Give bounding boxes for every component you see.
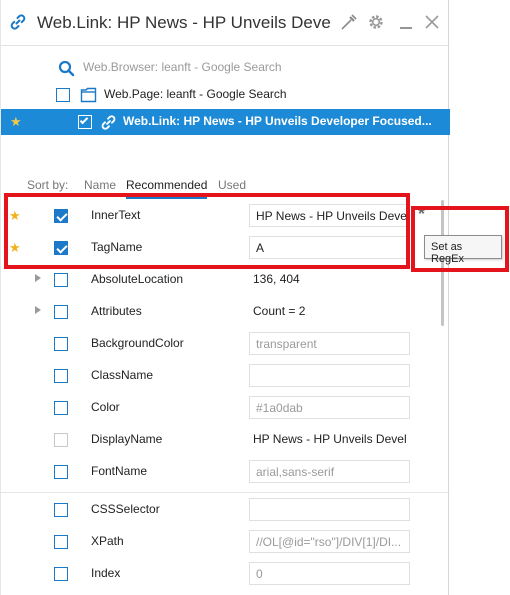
property-name: AbsoluteLocation	[91, 272, 184, 286]
title-bar: Web.Link: HP News - HP Unveils Devel...	[1, 0, 450, 46]
property-name: FontName	[91, 464, 148, 478]
close-icon[interactable]	[423, 13, 441, 31]
property-checkbox[interactable]	[54, 273, 68, 287]
property-row-classname: ClassName	[1, 360, 450, 392]
search-icon	[58, 60, 75, 77]
expand-arrow-icon[interactable]	[35, 274, 41, 282]
property-checkbox[interactable]	[54, 567, 68, 581]
property-row-fontname: FontName arial,sans-serif	[1, 456, 450, 488]
sort-option-name[interactable]: Name	[84, 178, 116, 192]
property-row-cssselector: CSSSelector	[1, 494, 450, 526]
hierarchy-item-page[interactable]: Web.Page: leanft - Google Search	[1, 82, 450, 108]
hierarchy-item-browser[interactable]: Web.Browser: leanft - Google Search	[1, 55, 450, 81]
property-checkbox[interactable]	[54, 369, 68, 383]
page-icon	[80, 87, 97, 103]
property-value-input[interactable]: arial,sans-serif	[249, 460, 410, 483]
eyedropper-icon[interactable]	[340, 13, 358, 31]
sort-option-used[interactable]: Used	[218, 178, 246, 192]
hierarchy-checkbox[interactable]	[78, 115, 92, 129]
property-value: HP News - HP Unveils Devel	[253, 432, 407, 446]
property-checkbox[interactable]	[54, 305, 68, 319]
property-checkbox[interactable]	[54, 401, 68, 415]
highlight-box-recommended	[4, 193, 410, 269]
property-name: Index	[91, 566, 121, 580]
hierarchy-label: Web.Browser: leanft - Google Search	[83, 60, 282, 74]
property-value-input[interactable]	[249, 498, 410, 521]
hierarchy-label: Web.Link: HP News - HP Unveils Developer…	[123, 114, 432, 128]
star-icon: ★	[10, 114, 22, 129]
property-row-backgroundcolor: BackgroundColor transparent	[1, 328, 450, 360]
property-name: Attributes	[91, 304, 142, 318]
property-value-input[interactable]	[249, 364, 410, 387]
property-checkbox	[54, 433, 68, 447]
gear-icon[interactable]	[367, 13, 385, 31]
window-title: Web.Link: HP News - HP Unveils Devel...	[37, 13, 331, 32]
property-name: CSSSelector	[91, 502, 160, 516]
property-checkbox[interactable]	[54, 503, 68, 517]
link-icon	[101, 115, 116, 130]
regex-tooltip: Set as RegEx	[424, 235, 502, 265]
property-row-displayname: DisplayName HP News - HP Unveils Devel	[1, 424, 450, 456]
property-checkbox[interactable]	[54, 535, 68, 549]
sort-label: Sort by:	[27, 178, 69, 192]
property-value-input[interactable]: #1a0dab	[249, 396, 410, 419]
property-row-xpath: XPath //OL[@id="rso"]/DIV[1]/DI...	[1, 526, 450, 558]
property-checkbox[interactable]	[54, 465, 68, 479]
property-name: DisplayName	[91, 432, 163, 446]
link-icon	[10, 14, 26, 30]
property-checkbox[interactable]	[54, 337, 68, 351]
section-divider	[1, 492, 450, 493]
property-value: 136, 404	[253, 272, 300, 286]
expand-arrow-icon[interactable]	[35, 306, 41, 314]
property-row-color: Color #1a0dab	[1, 392, 450, 424]
minimize-icon[interactable]	[397, 13, 415, 31]
property-value: Count = 2	[253, 304, 306, 318]
property-name: Color	[91, 400, 120, 414]
property-name: XPath	[91, 534, 124, 548]
property-value-input[interactable]: //OL[@id="rso"]/DIV[1]/DI...	[249, 530, 410, 553]
property-value-input[interactable]: transparent	[249, 332, 410, 355]
property-value-input[interactable]: 0	[249, 562, 410, 585]
property-name: ClassName	[91, 368, 154, 382]
property-row-index: Index 0	[1, 558, 450, 590]
object-identification-panel: Web.Link: HP News - HP Unveils Devel... …	[0, 0, 450, 595]
hierarchy-checkbox[interactable]	[56, 88, 70, 102]
property-row-attributes: Attributes Count = 2	[1, 296, 450, 328]
property-name: BackgroundColor	[91, 336, 184, 350]
hierarchy-label: Web.Page: leanft - Google Search	[104, 87, 287, 101]
hierarchy-item-link[interactable]: ★ Web.Link: HP News - HP Unveils Develop…	[1, 109, 450, 135]
